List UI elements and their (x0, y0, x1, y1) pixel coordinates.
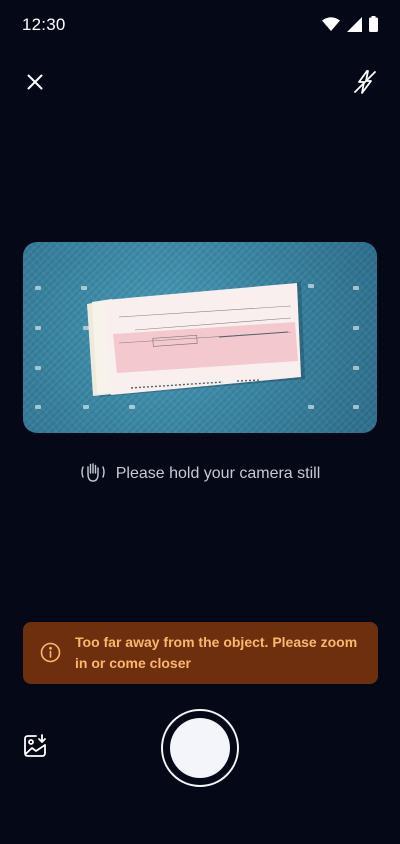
hint-text: Please hold your camera still (115, 465, 321, 482)
hold-still-hint: Please hold your camera still (0, 462, 400, 486)
status-bar: 12:30 (0, 0, 400, 52)
status-time: 12:30 (22, 15, 66, 34)
signal-icon (347, 16, 362, 37)
shutter-inner (170, 718, 230, 778)
gallery-button[interactable] (17, 730, 53, 766)
flash-off-icon (352, 69, 378, 100)
close-icon (27, 74, 43, 95)
gallery-import-icon (22, 733, 48, 764)
status-icons (322, 16, 378, 37)
distance-warning-banner: Too far away from the object. Please zoo… (23, 622, 378, 684)
flash-toggle-button[interactable] (347, 66, 383, 102)
wifi-icon (322, 17, 340, 36)
shutter-button[interactable] (161, 709, 239, 787)
hand-steady-icon (80, 461, 106, 488)
cheque-image (87, 282, 305, 397)
close-button[interactable] (17, 66, 53, 102)
battery-icon (369, 16, 378, 37)
camera-preview (23, 242, 377, 433)
info-icon (40, 642, 61, 668)
warning-text: Too far away from the object. Please zoo… (75, 634, 358, 671)
